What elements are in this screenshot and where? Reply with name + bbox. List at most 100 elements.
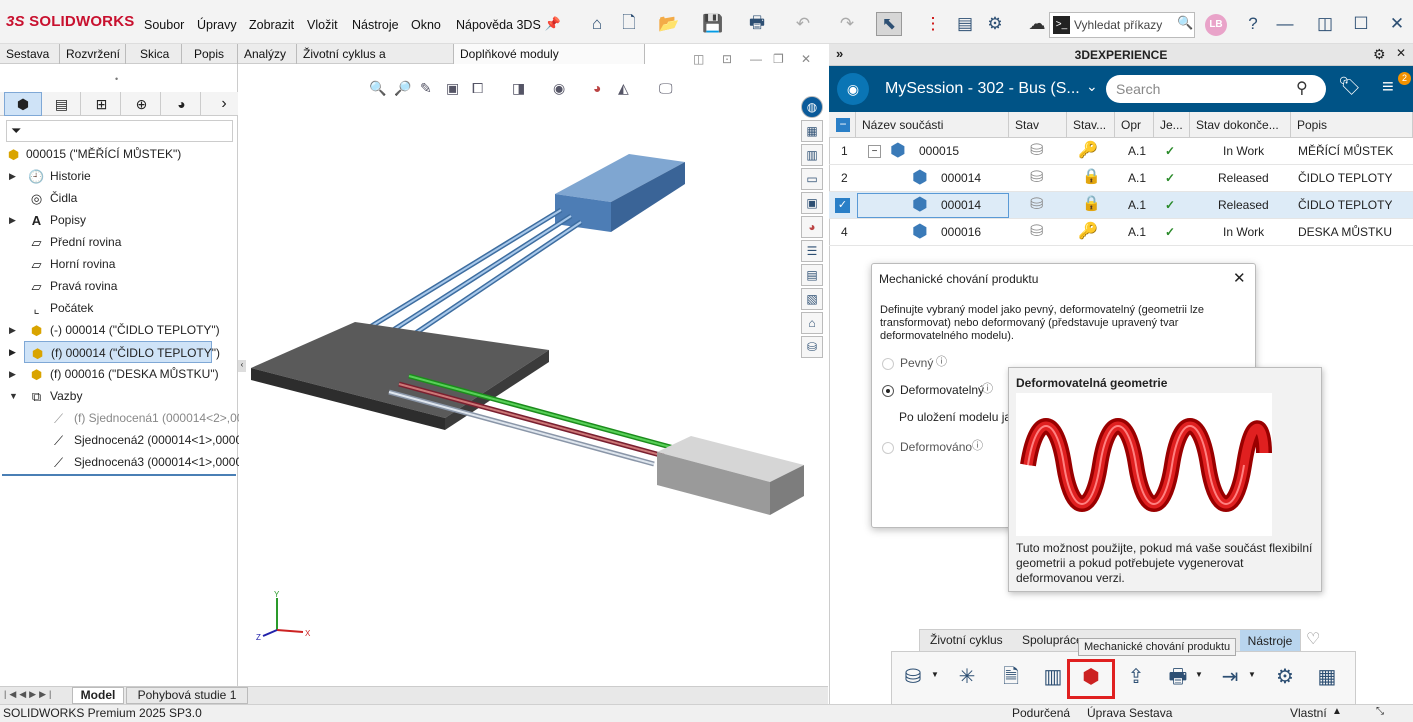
3dx-search-icon[interactable]: ⚲ — [1296, 78, 1308, 98]
dynamic-annotation-icon[interactable]: ⧠ — [472, 80, 483, 97]
tab-zivotni-cyklus[interactable]: Životní cyklus a spolupráce — [297, 44, 454, 81]
viewport-tile-icon[interactable]: ◫ — [693, 52, 704, 66]
apply-scene-icon[interactable]: ◭ — [618, 80, 629, 97]
info-icon[interactable]: ⓘ — [936, 353, 947, 369]
col-header-maturity[interactable]: Stav dokonče... — [1190, 112, 1291, 138]
info-icon[interactable]: ⓘ — [972, 437, 983, 453]
col-header-name[interactable]: Název součásti — [856, 112, 1009, 138]
dropdown-arrow-icon[interactable]: ▼ — [1248, 670, 1256, 679]
tree-item-cidla[interactable]: ◎ Čidla — [0, 187, 238, 209]
globe-icon[interactable]: ◍ — [801, 96, 823, 118]
print-tool-icon[interactable]: 🖶 — [1163, 662, 1193, 692]
viewport-next-icon[interactable]: ⊡ — [722, 52, 732, 66]
tab-sestava[interactable]: Sestava — [0, 44, 60, 64]
3d-model-view[interactable] — [239, 100, 828, 540]
part-name[interactable]: 000016 — [941, 219, 981, 246]
minimize-window-icon[interactable]: — — [1272, 12, 1298, 36]
close-window-icon[interactable]: ✕ — [1384, 12, 1410, 36]
info-icon[interactable]: ⓘ — [982, 380, 993, 396]
properties-icon[interactable]: ▦ — [801, 120, 823, 142]
units-dropdown-icon[interactable]: ▲ — [1332, 706, 1342, 717]
session-dropdown-icon[interactable]: ⌄ — [1086, 78, 1098, 95]
network-icon[interactable]: ✳ — [952, 662, 982, 692]
tab-motion-study[interactable]: Pohybová studie 1 — [126, 687, 248, 704]
view-orientation-icon[interactable]: ◨ — [512, 80, 525, 97]
tree-item-pocatek[interactable]: ⌞ Počátek — [0, 297, 238, 319]
tab-skica[interactable]: Skica — [126, 44, 182, 64]
tree-item-predni-rovina[interactable]: ▱ Přední rovina — [0, 231, 238, 253]
restore-window-icon[interactable]: ◫ — [1312, 12, 1338, 36]
mechanical-behavior-icon[interactable]: ⬢ — [1076, 662, 1106, 692]
menu-vlozit[interactable]: Vložit — [307, 18, 338, 32]
tree-item-part-2[interactable]: ⬢ (f) 000014 ("ČIDLO TEPLOTY") — [24, 341, 220, 363]
home-panel-icon[interactable]: ⌂ — [801, 312, 823, 334]
tree-item-horni-rovina[interactable]: ▱ Horní rovina — [0, 253, 238, 275]
print-icon[interactable]: 🖶 — [744, 12, 770, 36]
color-icon[interactable]: ◕ — [801, 216, 823, 238]
status-units[interactable]: Vlastní — [1290, 706, 1327, 720]
menu-napoveda[interactable]: Nápověda 3DS — [456, 18, 541, 32]
menu-zobrazit[interactable]: Zobrazit — [249, 18, 294, 32]
menu-okno[interactable]: Okno — [411, 18, 441, 32]
col-header-latest[interactable]: Je... — [1154, 112, 1190, 138]
zoom-area-icon[interactable]: 🔎 — [394, 80, 411, 97]
dropdown-arrow-icon[interactable]: ▼ — [1195, 670, 1203, 679]
previous-view-icon[interactable]: ✎ — [420, 80, 432, 97]
document-icon[interactable]: 🗎 — [996, 662, 1026, 692]
radio-pevny[interactable] — [882, 358, 894, 370]
select-cursor-icon[interactable]: ⬉ — [876, 12, 902, 36]
export-icon[interactable]: ⇪ — [1121, 662, 1151, 692]
menu-soubor[interactable]: Soubor — [144, 18, 184, 32]
dimxpert-tab-icon[interactable]: ⊕ — [123, 92, 161, 116]
collapse-panel-icon[interactable]: » — [836, 46, 843, 61]
search-icon[interactable]: 🔍 — [1177, 15, 1193, 31]
panel-settings-gear-icon[interactable]: ⚙ — [1373, 46, 1386, 63]
avatar[interactable]: LB — [1205, 14, 1227, 36]
chevron-right-icon[interactable]: › — [205, 92, 243, 116]
menu-nastroje[interactable]: Nástroje — [352, 18, 399, 32]
database-icon[interactable]: ⛁ — [801, 336, 823, 358]
tab-doplnkove-moduly[interactable]: Doplňkové moduly SOLIDWORKS — [454, 44, 645, 81]
pin-icon[interactable]: 📌 — [540, 12, 566, 36]
tree-item-mate-1[interactable]: ⟋ (f) Sjednocená1 (000014<2>,00 — [0, 407, 244, 429]
panel-close-icon[interactable]: ✕ — [1396, 46, 1406, 60]
panel-collapse-handle[interactable]: ‹ — [238, 360, 246, 372]
tab-scroll-arrows-icon[interactable]: |◀◀▶▶| — [4, 689, 54, 700]
zoom-to-fit-icon[interactable]: 🔍 — [369, 80, 386, 97]
part-name[interactable]: 000014 — [941, 192, 981, 219]
configuration-manager-tab-icon[interactable]: ⊞ — [83, 92, 121, 116]
tab-analyzy[interactable]: Analýzy — [238, 44, 297, 64]
list-icon[interactable]: ☰ — [801, 240, 823, 262]
tree-item-part-3[interactable]: ▶ ⬢ (f) 000016 ("DESKA MŮSTKU") — [0, 363, 238, 385]
cloud-icon[interactable]: ☁ — [1024, 12, 1050, 36]
feature-manager-tab-icon[interactable]: ⬢ — [4, 92, 42, 116]
content-icon[interactable]: ▥ — [801, 144, 823, 166]
tab-model[interactable]: Model — [72, 687, 124, 704]
part-name[interactable]: 000014 — [941, 165, 981, 192]
col-header-description[interactable]: Popis — [1291, 112, 1413, 138]
help-icon[interactable]: ? — [1240, 12, 1266, 36]
tree-item-mate-3[interactable]: ⟋ Sjednocená3 (000014<1>,0000 — [0, 451, 242, 473]
menu-upravy[interactable]: Úpravy — [197, 18, 237, 32]
3dx-search-input[interactable]: Search — [1106, 75, 1326, 103]
splitter-handle[interactable]: • — [115, 74, 118, 84]
viewport-minimize-icon[interactable]: — — [750, 52, 762, 66]
folder-icon[interactable]: ▭ — [801, 168, 823, 190]
compass-icon[interactable]: ◉ — [837, 73, 869, 105]
tab-collaboration[interactable]: Spolupráce — [1022, 633, 1078, 647]
table-settings-icon[interactable]: ▦ — [1312, 662, 1342, 692]
property-manager-tab-icon[interactable]: ▤ — [43, 92, 81, 116]
resize-grip-icon[interactable]: ⤡ — [1376, 706, 1384, 717]
col-header-state2[interactable]: Stav... — [1067, 112, 1115, 138]
tab-tools[interactable]: Nástroje — [1240, 630, 1300, 652]
tasks-icon[interactable]: ▧ — [801, 288, 823, 310]
traffic-light-icon[interactable]: ⋮ — [920, 12, 946, 36]
viewport-restore-icon[interactable]: ❐ — [773, 52, 784, 66]
tree-filter[interactable]: ⏷ — [6, 120, 233, 142]
col-header-state[interactable]: Stav — [1009, 112, 1067, 138]
barcode-icon[interactable]: ▥ — [1038, 662, 1068, 692]
transfer-icon[interactable]: ⇥ — [1215, 662, 1245, 692]
home-icon[interactable]: ⌂ — [584, 12, 610, 36]
collapse-row-icon[interactable]: − — [868, 145, 881, 158]
part-name[interactable]: 000015 — [919, 138, 959, 165]
